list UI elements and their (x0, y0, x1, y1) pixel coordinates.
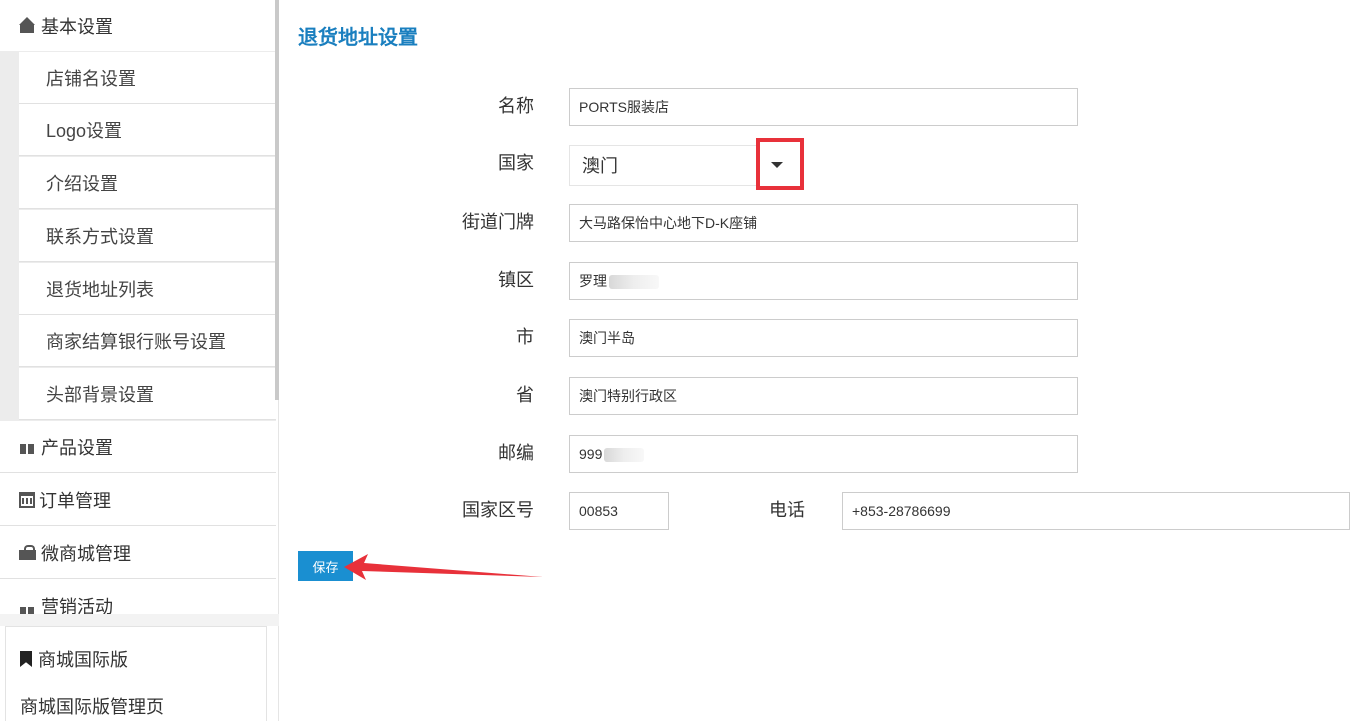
panel-divider (0, 614, 279, 626)
menu-basic-settings[interactable]: 基本设置 (0, 0, 276, 52)
red-arrow-annotation (344, 554, 543, 580)
menu-product-settings[interactable]: 产品设置 (0, 421, 276, 473)
menu-label: 订单管理 (39, 490, 111, 511)
menu-wechat-mall[interactable]: 微商城管理 (0, 527, 276, 579)
zip-value: 999 (579, 446, 603, 462)
sidebar-item-contact[interactable]: 联系方式设置 (19, 210, 276, 262)
home-icon (19, 16, 37, 35)
calendar-icon (19, 491, 35, 508)
menu-order-management[interactable]: 订单管理 (0, 474, 276, 526)
intl-panel: 商城国际版 商城国际版管理页 (5, 626, 267, 721)
sidebar-item-logo[interactable]: Logo设置 (19, 104, 276, 156)
page-title: 退货地址设置 (298, 27, 418, 49)
zip-label: 邮编 (498, 443, 534, 463)
street-field[interactable]: 大马路保怡中心地下D-K座铺 (569, 204, 1078, 242)
menu-label: 基本设置 (41, 16, 113, 37)
province-field[interactable]: 澳门特别行政区 (569, 377, 1078, 415)
phone-label: 电话 (769, 500, 805, 520)
redacted-mask (609, 275, 659, 290)
sidebar-item-return-address-list[interactable]: 退货地址列表 (19, 263, 276, 315)
sidebar-item-label: 商家结算银行账号设置 (46, 331, 226, 352)
sidebar-item-label: 店铺名设置 (46, 68, 136, 89)
street-label: 街道门牌 (462, 212, 534, 232)
district-label: 镇区 (498, 270, 534, 290)
sidebar-item-label: 退货地址列表 (46, 279, 154, 300)
sidebar-item-label: 介绍设置 (46, 173, 118, 194)
district-value: 罗理 (579, 273, 607, 289)
province-label: 省 (516, 385, 534, 405)
area-code-label: 国家区号 (462, 500, 534, 520)
country-dropdown-button[interactable] (756, 138, 804, 190)
zip-field[interactable]: 999 (569, 435, 1078, 473)
district-field[interactable]: 罗理 (569, 262, 1078, 300)
phone-field[interactable]: +853-28786699 (842, 492, 1350, 530)
caret-down-icon (771, 162, 783, 168)
name-label: 名称 (498, 96, 534, 116)
intl-panel-title: 商城国际版 (20, 646, 128, 672)
gift-icon (19, 438, 37, 456)
sidebar-item-label: 联系方式设置 (46, 226, 154, 247)
sidebar-item-shop-name[interactable]: 店铺名设置 (19, 52, 276, 104)
intl-management-link[interactable]: 商城国际版管理页 (20, 693, 164, 719)
name-field[interactable]: PORTS服装店 (569, 88, 1078, 126)
basic-settings-submenu: 店铺名设置 Logo设置 介绍设置 联系方式设置 退货地址列表 商家结算银行账号… (0, 51, 276, 421)
bookmark-icon (20, 650, 32, 668)
sidebar-item-intro[interactable]: 介绍设置 (19, 157, 276, 209)
shopping-bag-icon (19, 544, 37, 562)
sidebar-item-label: Logo设置 (46, 120, 123, 141)
sidebar-item-bank-account[interactable]: 商家结算银行账号设置 (19, 315, 276, 367)
sidebar-scrollbar[interactable] (275, 0, 279, 400)
area-code-field[interactable]: 00853 (569, 492, 669, 530)
redacted-mask (604, 448, 645, 463)
country-label: 国家 (498, 153, 534, 173)
city-label: 市 (516, 327, 534, 347)
sidebar-item-header-background[interactable]: 头部背景设置 (19, 368, 276, 420)
sidebar: 基本设置 店铺名设置 Logo设置 介绍设置 联系方式设置 退货地址列表 商家结… (0, 0, 279, 721)
menu-label: 微商城管理 (41, 543, 131, 564)
city-field[interactable]: 澳门半岛 (569, 319, 1078, 357)
sidebar-item-label: 头部背景设置 (46, 384, 154, 405)
intl-title-label: 商城国际版 (38, 650, 128, 670)
menu-label: 产品设置 (41, 437, 113, 458)
